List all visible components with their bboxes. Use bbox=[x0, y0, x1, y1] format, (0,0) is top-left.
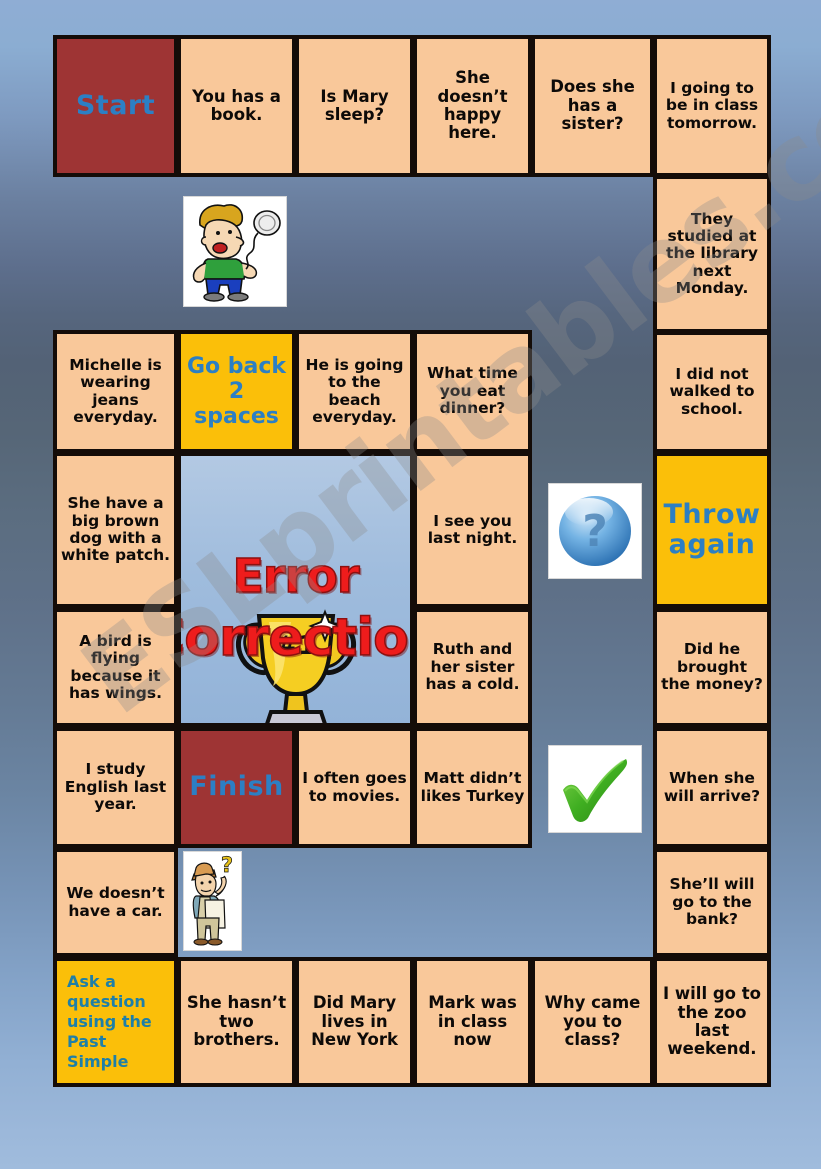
tile-r3c4-label: What time you eat dinner? bbox=[427, 364, 518, 418]
tile-r5c6-label: Did he brought the money? bbox=[661, 640, 763, 694]
tile-r6c1[interactable]: I study English last year. bbox=[53, 727, 178, 848]
tile-r1c2[interactable]: You has a book. bbox=[177, 35, 296, 177]
tile-r6c6-label: When she will arrive? bbox=[663, 769, 761, 805]
tile-r8c6[interactable]: I will go to the zoo last weekend. bbox=[653, 957, 771, 1087]
tile-r8c2[interactable]: She hasn’t two brothers. bbox=[177, 957, 296, 1087]
tile-r4c1-label: She have a big brown dog with a white pa… bbox=[60, 494, 171, 565]
tile-r1c4-label: She doesn’t happy here. bbox=[437, 68, 508, 143]
tile-r3c4[interactable]: What time you eat dinner? bbox=[413, 330, 532, 453]
tile-r8c4-label: Mark was in class now bbox=[428, 993, 517, 1050]
tile-r2c6-label: They studied at the library next Monday. bbox=[666, 209, 758, 298]
tile-r8c6-label: I will go to the zoo last weekend. bbox=[663, 984, 761, 1059]
boy-flipping-coin-image bbox=[183, 196, 287, 307]
tile-r4c1[interactable]: She have a big brown dog with a white pa… bbox=[53, 452, 178, 608]
tile-r7c6[interactable]: She’ll will go to the bank? bbox=[653, 848, 771, 957]
tile-throw-again-line1: Throw bbox=[663, 498, 761, 530]
tile-r8c5[interactable]: Why came you to class? bbox=[531, 957, 654, 1087]
tile-r3c3[interactable]: He is going to the beach everyday. bbox=[295, 330, 414, 453]
tile-go-back-label: Go back 2 spaces bbox=[184, 354, 289, 430]
tile-r3c6-label: I did not walked to school. bbox=[669, 364, 755, 418]
tile-r7c1-label: We doesn’t have a car. bbox=[66, 884, 165, 920]
tile-r8c3[interactable]: Did Mary lives in New York bbox=[295, 957, 414, 1087]
tile-r3c6[interactable]: I did not walked to school. bbox=[653, 331, 771, 453]
tile-r5c4[interactable]: Ruth and her sister has a cold. bbox=[413, 608, 532, 727]
tile-r1c5[interactable]: Does she has a sister? bbox=[531, 35, 654, 177]
tile-r5c1[interactable]: A bird is flying because it has wings. bbox=[53, 608, 178, 727]
tile-r5c6[interactable]: Did he brought the money? bbox=[653, 608, 771, 727]
tile-r4c4-label: I see you last night. bbox=[427, 511, 518, 547]
tile-r3c1-label: Michelle is wearing jeans everyday. bbox=[69, 355, 162, 426]
tile-r3c1[interactable]: Michelle is wearing jeans everyday. bbox=[53, 330, 178, 453]
green-check-mark-icon bbox=[548, 745, 642, 833]
center-title-line2: Correction bbox=[181, 607, 410, 669]
tile-r5c4-label: Ruth and her sister has a cold. bbox=[425, 640, 520, 694]
tile-r8c4[interactable]: Mark was in class now bbox=[413, 957, 532, 1087]
center-title-line1: Error bbox=[232, 548, 361, 604]
tile-r6c6[interactable]: When she will arrive? bbox=[653, 727, 771, 848]
center-tile-error-correction: #1 Error Correction bbox=[177, 452, 414, 727]
tile-r7c1[interactable]: We doesn’t have a car. bbox=[53, 848, 178, 957]
tile-r8c2-label: She hasn’t two brothers. bbox=[186, 993, 287, 1050]
tile-start[interactable]: Start bbox=[53, 35, 178, 177]
tile-r1c5-label: Does she has a sister? bbox=[550, 77, 635, 134]
tile-start-label: Start bbox=[75, 89, 156, 121]
svg-text:?: ? bbox=[582, 506, 608, 557]
tile-go-back[interactable]: Go back 2 spaces bbox=[177, 330, 296, 453]
tile-r1c3-label: Is Mary sleep? bbox=[320, 86, 389, 124]
tile-finish[interactable]: Finish bbox=[177, 727, 296, 848]
tile-go-back-line1: Go back bbox=[186, 353, 287, 379]
tile-r6c1-label: I study English last year. bbox=[64, 760, 167, 814]
tile-r7c6-label: She’ll will go to the bank? bbox=[669, 875, 755, 929]
tile-r6c4[interactable]: Matt didn’t likes Turkey bbox=[413, 727, 532, 848]
tile-throw-again-line2: again bbox=[668, 529, 756, 560]
man-with-question-mark-image: ? bbox=[183, 851, 242, 951]
tile-throw-again-label: Throw again bbox=[660, 498, 764, 560]
tile-r2c6[interactable]: They studied at the library next Monday. bbox=[653, 175, 771, 333]
board-game: Start You has a book. Is Mary sleep? She… bbox=[0, 0, 821, 1169]
tile-r1c6[interactable]: I going to be in class tomorrow. bbox=[653, 35, 771, 177]
tile-r1c4[interactable]: She doesn’t happy here. bbox=[413, 35, 532, 177]
tile-r1c6-label: I going to be in class tomorrow. bbox=[665, 78, 759, 132]
tile-throw-again[interactable]: Throw again bbox=[653, 452, 771, 608]
tile-r1c3[interactable]: Is Mary sleep? bbox=[295, 35, 414, 177]
tile-go-back-line2: 2 spaces bbox=[194, 378, 279, 430]
tile-r6c3[interactable]: I often goes to movies. bbox=[295, 727, 414, 848]
tile-r8c5-label: Why came you to class? bbox=[544, 993, 641, 1050]
tile-r4c4[interactable]: I see you last night. bbox=[413, 452, 532, 608]
blue-question-mark-orb-icon: ? bbox=[548, 483, 642, 579]
tile-r1c2-label: You has a book. bbox=[192, 86, 281, 124]
tile-r6c3-label: I often goes to movies. bbox=[302, 769, 407, 805]
svg-text:?: ? bbox=[221, 853, 233, 877]
tile-r3c3-label: He is going to the beach everyday. bbox=[305, 355, 404, 426]
tile-r6c4-label: Matt didn’t likes Turkey bbox=[420, 769, 525, 805]
tile-ask-question[interactable]: Ask a question using the Past Simple bbox=[53, 957, 178, 1087]
tile-r5c1-label: A bird is flying because it has wings. bbox=[69, 631, 162, 702]
tile-finish-label: Finish bbox=[189, 771, 284, 803]
tile-ask-question-label: Ask a question using the Past Simple bbox=[67, 972, 152, 1071]
tile-r8c3-label: Did Mary lives in New York bbox=[311, 993, 398, 1050]
